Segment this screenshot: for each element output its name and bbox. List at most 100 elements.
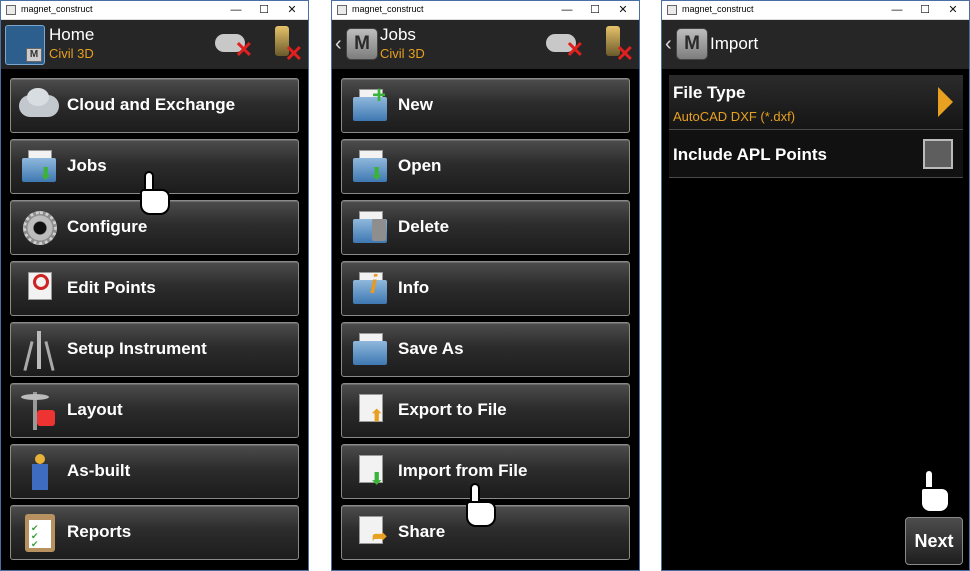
import-file-icon: ⬇	[350, 451, 392, 493]
include-apl-row[interactable]: Include APL Points	[669, 130, 963, 178]
pointer-hand-icon	[916, 469, 954, 515]
app-logo-icon[interactable]: M	[5, 25, 45, 65]
instrument-status-button[interactable]: ✕	[600, 26, 634, 66]
jobs-window: magnet_construct — ☐ ✕ ‹ M Jobs Civil 3D…	[331, 0, 640, 571]
open-job-button[interactable]: ⬇ Open	[341, 139, 630, 194]
magnet-logo-icon[interactable]: M	[676, 28, 708, 60]
jobs-folder-icon: ⬇	[19, 146, 61, 188]
disconnected-x-icon: ✕	[284, 41, 303, 66]
reports-button[interactable]: ✔ ✔ ✔ Reports	[10, 505, 299, 560]
minimize-button[interactable]: —	[553, 1, 581, 20]
home-window: magnet_construct — ☐ ✕ M Home Civil 3D ✕…	[0, 0, 309, 571]
file-type-label: File Type	[673, 83, 746, 102]
pointer-hand-icon	[462, 483, 500, 529]
layout-stakeout-icon	[19, 390, 61, 432]
open-folder-icon: ⬇	[350, 146, 392, 188]
menu-item-label: Configure	[67, 217, 148, 236]
delete-folder-icon	[350, 207, 392, 249]
as-built-button[interactable]: As-built	[10, 444, 299, 499]
edit-points-button[interactable]: Edit Points	[10, 261, 299, 316]
surveyor-icon	[19, 451, 61, 493]
instrument-status-button[interactable]: ✕	[269, 26, 303, 66]
file-type-row[interactable]: File Type AutoCAD DXF (*.dxf)	[669, 75, 963, 130]
page-title: Jobs	[380, 25, 416, 44]
setup-instrument-button[interactable]: Setup Instrument	[10, 322, 299, 377]
import-options-list: File Type AutoCAD DXF (*.dxf) Include AP…	[669, 75, 963, 178]
maximize-button[interactable]: ☐	[250, 1, 278, 20]
menu-item-label: Edit Points	[67, 278, 156, 297]
menu-item-label: As-built	[67, 461, 131, 480]
title-bar: magnet_construct — ☐ ✕	[1, 1, 308, 20]
magnet-logo-icon[interactable]: M	[346, 28, 378, 60]
menu-item-label: Open	[398, 156, 442, 175]
page-title: Import	[710, 34, 759, 53]
menu-item-label: Layout	[67, 400, 123, 419]
home-menu: Cloud and Exchange ⬇ Jobs Configure Edit…	[10, 78, 300, 566]
title-bar: magnet_construct — ☐ ✕	[662, 1, 969, 20]
next-button[interactable]: Next	[905, 517, 963, 565]
menu-item-label: Save As	[398, 339, 464, 358]
minimize-button[interactable]: —	[222, 1, 250, 20]
menu-item-label: Share	[398, 522, 446, 541]
menu-item-label: Info	[398, 278, 430, 297]
save-as-folder-icon	[350, 329, 392, 371]
cloud-icon	[19, 85, 61, 127]
layout-button[interactable]: Layout	[10, 383, 299, 438]
new-folder-icon: +	[350, 84, 392, 127]
window-title: magnet_construct	[21, 4, 93, 14]
delete-job-button[interactable]: Delete	[341, 200, 630, 255]
menu-item-label: Export to File	[398, 400, 507, 419]
page-subtitle: Civil 3D	[49, 46, 94, 61]
file-type-value: AutoCAD DXF (*.dxf)	[673, 109, 796, 124]
app-window-icon	[667, 5, 677, 15]
magnet-logo-icon: M	[26, 48, 42, 62]
menu-item-label: Delete	[398, 217, 450, 236]
tripod-icon	[19, 329, 61, 371]
disconnected-x-icon: ✕	[234, 37, 253, 62]
clipboard-icon: ✔ ✔ ✔	[19, 512, 61, 554]
export-file-icon: ⬆	[350, 390, 392, 432]
page-title: Home	[49, 25, 95, 44]
save-as-button[interactable]: Save As	[341, 322, 630, 377]
disconnected-x-icon: ✕	[565, 37, 584, 62]
import-window: magnet_construct — ☐ ✕ ‹ M Import File T…	[661, 0, 970, 571]
app-window-icon	[337, 5, 347, 15]
header: ‹ M Import	[662, 20, 969, 69]
back-chevron-icon[interactable]: ‹	[335, 34, 342, 54]
page-subtitle: Civil 3D	[380, 46, 425, 61]
title-bar: magnet_construct — ☐ ✕	[332, 1, 639, 20]
cloud-exchange-button[interactable]: Cloud and Exchange	[10, 78, 299, 133]
pointer-hand-icon	[136, 171, 174, 217]
menu-item-label: Cloud and Exchange	[67, 95, 236, 114]
minimize-button[interactable]: —	[883, 1, 911, 20]
gear-icon	[19, 207, 61, 249]
header: ‹ M Jobs Civil 3D ✕ ✕	[332, 20, 639, 69]
share-icon: ➦	[350, 512, 392, 554]
menu-item-label: Reports	[67, 522, 132, 541]
disconnected-x-icon: ✕	[615, 41, 634, 66]
menu-item-label: Setup Instrument	[67, 339, 207, 358]
include-apl-checkbox[interactable]	[923, 139, 953, 169]
menu-item-label: Jobs	[67, 156, 107, 175]
edit-points-icon	[19, 268, 61, 310]
app-window-icon	[6, 5, 16, 15]
menu-item-label: New	[398, 95, 433, 114]
close-button[interactable]: ✕	[609, 1, 637, 20]
header: M Home Civil 3D ✕ ✕	[1, 20, 308, 69]
new-job-button[interactable]: + New	[341, 78, 630, 133]
menu-item-label: Import from File	[398, 461, 528, 480]
maximize-button[interactable]: ☐	[911, 1, 939, 20]
export-to-file-button[interactable]: ⬆ Export to File	[341, 383, 630, 438]
close-button[interactable]: ✕	[278, 1, 306, 20]
maximize-button[interactable]: ☐	[581, 1, 609, 20]
job-info-button[interactable]: i Info	[341, 261, 630, 316]
window-title: magnet_construct	[682, 4, 754, 14]
back-chevron-icon[interactable]: ‹	[665, 34, 672, 54]
include-apl-label: Include APL Points	[673, 145, 827, 164]
chevron-right-icon	[938, 87, 953, 117]
close-button[interactable]: ✕	[939, 1, 967, 20]
window-title: magnet_construct	[352, 4, 424, 14]
info-folder-icon: i	[350, 268, 392, 310]
cloud-status-button[interactable]: ✕	[215, 30, 253, 62]
cloud-status-button[interactable]: ✕	[546, 30, 584, 62]
